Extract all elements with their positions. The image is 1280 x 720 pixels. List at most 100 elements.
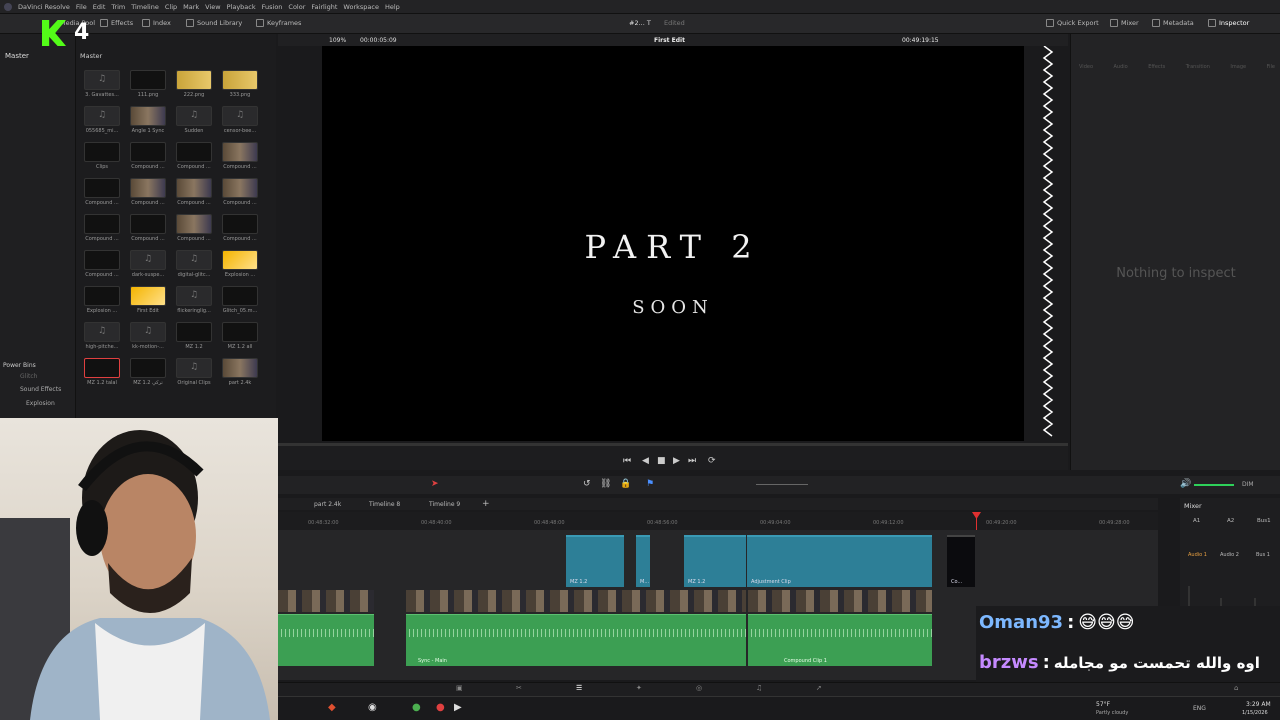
app-icon[interactable]: ◉ [368,702,377,713]
media-thumbnail[interactable] [84,250,120,270]
sound-library-tab[interactable]: Sound Library [186,19,242,27]
lock-icon[interactable]: 🔒 [620,479,631,489]
media-thumbnail[interactable] [222,70,258,90]
program-viewer[interactable]: PART 2 SOON [322,46,1024,441]
timeline-clip[interactable]: MZ 1.2 [684,535,746,587]
davinci-icon[interactable]: ▶ [454,702,462,713]
selection-tool-icon[interactable]: ➤ [431,479,439,489]
language-indicator[interactable]: ENG [1193,705,1206,712]
media-thumbnail[interactable] [222,250,258,270]
cut-page-icon[interactable]: ✂ [516,684,522,692]
media-thumbnail[interactable] [222,358,258,378]
effects-tab[interactable]: Effects [100,19,133,27]
play-icon[interactable]: ▶ [673,456,680,466]
media-thumbnail[interactable] [176,322,212,342]
media-thumbnail[interactable] [130,250,166,270]
media-thumbnail[interactable] [222,286,258,306]
go-to-end-icon[interactable]: ⏭ [688,456,696,466]
tab-image[interactable]: Image [1230,64,1246,70]
menu-item[interactable]: Timeline [131,3,159,11]
media-thumbnail[interactable] [176,250,212,270]
media-thumbnail[interactable] [176,358,212,378]
metadata-tab[interactable]: Metadata [1152,19,1194,27]
tab-file[interactable]: File [1267,64,1275,70]
media-thumbnail[interactable] [222,106,258,126]
media-thumbnail[interactable] [130,106,166,126]
volume-icon[interactable]: 🔊 [1180,479,1191,489]
sound-effects-bin[interactable]: Sound Effects [20,386,61,393]
tab-video[interactable]: Video [1079,64,1093,70]
media-thumbnail[interactable] [176,286,212,306]
index-tab[interactable]: Index [142,19,171,27]
add-timeline-icon[interactable]: + [482,499,490,509]
media-thumbnail[interactable] [222,178,258,198]
master-bin[interactable]: Master [5,52,29,60]
volume-slider[interactable] [1194,484,1234,486]
home-icon[interactable]: ⌂ [1234,684,1238,692]
zoom-level[interactable]: 109% [329,37,346,44]
media-thumbnail[interactable] [176,214,212,234]
menu-item[interactable]: Color [288,3,305,11]
audio-clip[interactable]: Sync - Main [406,614,746,666]
menu-item[interactable]: Fairlight [311,3,337,11]
snapping-icon[interactable]: ↺ [583,479,591,489]
menu-item[interactable]: Playback [227,3,256,11]
media-thumbnail[interactable] [222,142,258,162]
explosion-bin[interactable]: Explosion [26,400,55,407]
timeline-clip[interactable]: Co... [947,535,975,587]
tab-part-2-4k[interactable]: part 2.4k [314,501,341,508]
app-icon[interactable] [4,2,12,11]
video-clip-strip[interactable] [278,590,374,612]
tab-audio[interactable]: Audio [1114,64,1128,70]
media-thumbnail[interactable] [130,286,166,306]
media-thumbnail[interactable] [130,178,166,198]
media-thumbnail[interactable] [84,106,120,126]
edit-page-icon[interactable]: ☰ [576,684,582,692]
menu-item[interactable]: File [76,3,87,11]
menu-item[interactable]: Clip [165,3,177,11]
flag-icon[interactable]: ⚑ [646,479,654,489]
media-thumbnail[interactable] [222,322,258,342]
brave-icon[interactable]: ◆ [328,702,336,713]
media-thumbnail[interactable] [84,70,120,90]
menu-item[interactable]: DaVinci Resolve [18,3,70,11]
chrome-icon[interactable]: ● [436,702,445,713]
video-clip-strip[interactable] [748,590,932,612]
tab-timeline-9[interactable]: Timeline 9 [429,501,460,508]
media-thumbnail[interactable] [130,142,166,162]
fusion-page-icon[interactable]: ✦ [636,684,642,692]
keyframes-tab[interactable]: Keyframes [256,19,301,27]
color-page-icon[interactable]: ◎ [696,684,702,692]
audio-clip[interactable] [278,614,374,666]
media-thumbnail[interactable] [84,214,120,234]
dim-button[interactable]: DIM [1242,481,1254,488]
tab-effects[interactable]: Effects [1148,64,1165,70]
menu-item[interactable]: Edit [93,3,106,11]
timeline-clip[interactable]: M... [636,535,650,587]
tab-timeline-8[interactable]: Timeline 8 [369,501,400,508]
media-thumbnail[interactable] [176,142,212,162]
timeline-ruler[interactable]: 00:48:32:00 00:48:40:00 00:48:48:00 00:4… [278,512,1158,530]
menu-item[interactable]: Mark [183,3,199,11]
mixer-tab[interactable]: Mixer [1110,19,1139,27]
media-thumbnail[interactable] [84,142,120,162]
media-thumbnail[interactable] [222,214,258,234]
media-thumbnail[interactable] [84,322,120,342]
zoom-slider[interactable] [756,484,808,485]
menu-item[interactable]: Fusion [262,3,283,11]
media-thumbnail[interactable] [130,358,166,378]
menu-item[interactable]: Trim [111,3,125,11]
inspector-tab[interactable]: Inspector [1208,19,1249,27]
tab-transition[interactable]: Transition [1186,64,1210,70]
scrubber-bar[interactable] [278,443,1068,446]
loop-icon[interactable]: ⟳ [708,456,716,466]
quick-export-button[interactable]: Quick Export [1046,19,1099,27]
media-thumbnail[interactable] [84,178,120,198]
media-thumbnail[interactable] [130,322,166,342]
media-thumbnail[interactable] [176,106,212,126]
go-to-start-icon[interactable]: ⏮ [623,456,631,466]
fairlight-page-icon[interactable]: ♫ [756,684,762,692]
media-thumbnail[interactable] [130,214,166,234]
stop-icon[interactable]: ■ [657,456,666,466]
timeline-name[interactable]: First Edit [654,37,685,44]
